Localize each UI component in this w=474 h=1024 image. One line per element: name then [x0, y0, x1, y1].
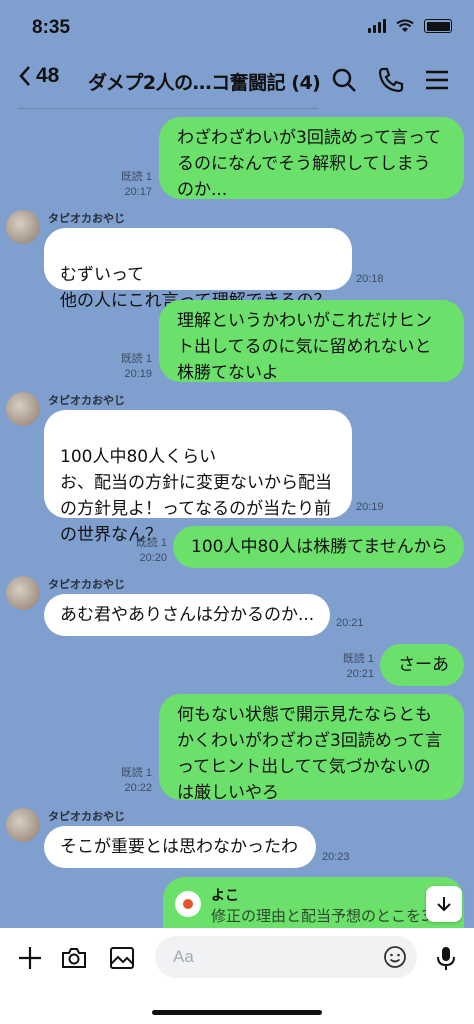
unread-count: 48 — [36, 64, 60, 87]
my-message-bubble[interactable]: さーあ — [380, 644, 464, 686]
message-text: わざわざわいが3回読めって言ってるのになんでそう解釈してしまうのか... — [177, 128, 442, 200]
plus-icon[interactable] — [16, 944, 44, 972]
scroll-to-bottom-button[interactable] — [426, 886, 462, 922]
status-time: 8:35 — [32, 17, 71, 38]
avatar[interactable] — [6, 576, 40, 610]
avatar[interactable] — [6, 210, 40, 244]
emoji-icon[interactable] — [383, 945, 407, 969]
their-message-bubble[interactable]: 100人中80人くらい お、配当の方針に変更ないから配当の方針見よ！ってなるのが… — [44, 410, 352, 545]
wifi-icon — [396, 19, 414, 32]
back-chevron-icon — [19, 66, 30, 86]
message-time: 20:21 — [346, 668, 374, 680]
mic-icon[interactable] — [432, 944, 460, 972]
message-time: 20:18 — [356, 273, 384, 285]
reply-sender-name: よこ — [211, 888, 239, 904]
message-text: 何もない状態で開示見たならともかくわいがわざわざ3回読めって言ってヒント出してて… — [177, 705, 442, 803]
message-meta: 既読 1 20:21 — [322, 652, 374, 682]
message-time: 20:19 — [356, 501, 384, 513]
avatar[interactable] — [6, 392, 40, 426]
chat-title: ダメプ2人の…コ奮闘記 (4) — [88, 72, 321, 94]
message-text: あむ君やありさんは分かるのか... — [60, 605, 315, 625]
reply-avatar — [175, 891, 201, 917]
read-receipt: 既読 1 — [120, 171, 152, 183]
message-time: 20:20 — [139, 552, 167, 564]
input-placeholder: Aa — [173, 947, 194, 966]
home-indicator — [152, 1010, 322, 1015]
my-message-bubble[interactable]: わざわざわいが3回読めって言ってるのになんでそう解釈してしまうのか... — [159, 117, 464, 200]
reply-quoted-text: 修正の理由と配当予想のとこを3 — [211, 907, 431, 925]
my-message-bubble[interactable]: 理解というかわいがこれだけヒント出してるのに気に留めれないと株勝てないよ — [159, 300, 464, 383]
message-text: さーあ — [398, 655, 449, 675]
message-time: 20:22 — [124, 782, 152, 794]
read-receipt: 既読 1 — [120, 767, 152, 779]
message-time: 20:23 — [322, 851, 350, 863]
sender-name: タピオカおやじ — [48, 394, 125, 407]
their-message-bubble[interactable]: むずいって 他の人にこれ言って理解できるの？ — [44, 228, 352, 311]
message-text: そこが重要とは思わなかったわ — [60, 837, 298, 857]
avatar[interactable] — [6, 808, 40, 842]
menu-icon[interactable] — [423, 66, 451, 94]
camera-icon[interactable] — [60, 944, 88, 972]
title-divider — [18, 108, 318, 109]
search-icon[interactable] — [330, 66, 358, 94]
message-text: 100人中80人は株勝てませんから — [191, 537, 448, 557]
message-meta: 既読 1 20:17 — [100, 170, 152, 200]
my-message-bubble[interactable]: 何もない状態で開示見たならともかくわいがわざわざ3回読めって言ってヒント出してて… — [159, 694, 464, 803]
sender-name: タピオカおやじ — [48, 212, 125, 225]
read-receipt: 既読 1 — [342, 653, 374, 665]
signal-icon — [368, 19, 386, 33]
sender-name: タピオカおやじ — [48, 578, 125, 591]
message-time: 20:21 — [336, 617, 364, 629]
scroll-down-icon — [437, 897, 451, 912]
back-button[interactable]: 48 — [18, 64, 59, 88]
sender-name: タピオカおやじ — [48, 810, 125, 823]
message-meta: 既読 1 20:19 — [100, 352, 152, 382]
read-receipt: 既読 1 — [135, 537, 167, 549]
chat-header: 48 ダメプ2人の…コ奮闘記 (4) — [0, 52, 474, 110]
my-message-bubble[interactable]: 100人中80人は株勝てませんから — [173, 526, 464, 568]
image-icon[interactable] — [108, 944, 136, 972]
battery-icon — [424, 19, 452, 33]
phone-icon[interactable] — [377, 66, 405, 94]
message-meta: 既読 1 20:20 — [115, 536, 167, 566]
message-time: 20:17 — [124, 186, 152, 198]
message-meta: 既読 1 20:22 — [100, 766, 152, 796]
their-message-bubble[interactable]: そこが重要とは思わなかったわ — [44, 826, 316, 868]
read-receipt: 既読 1 — [120, 353, 152, 365]
their-message-bubble[interactable]: あむ君やありさんは分かるのか... — [44, 594, 330, 636]
status-bar: 8:35 — [0, 0, 474, 52]
status-icons — [368, 19, 452, 33]
message-time: 20:19 — [124, 368, 152, 380]
message-input[interactable]: Aa — [155, 936, 417, 978]
message-text: 理解というかわいがこれだけヒント出してるのに気に留めれないと株勝てないよ — [177, 311, 432, 383]
